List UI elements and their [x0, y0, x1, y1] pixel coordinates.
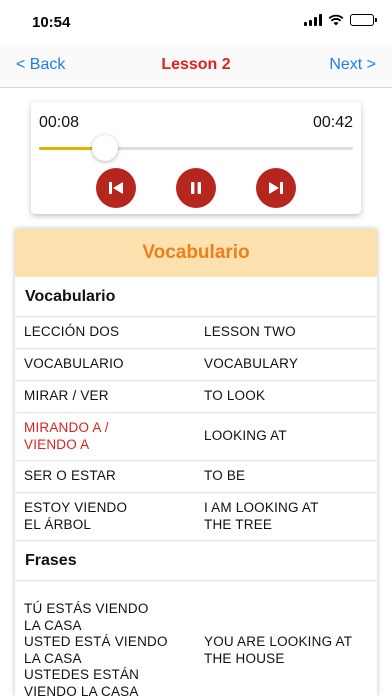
- spanish-term: MIRAR / VER: [24, 388, 109, 404]
- english-term: LESSON TWO: [204, 324, 296, 340]
- cellular-signal-icon: [304, 14, 322, 26]
- english-phrase: YOU ARE LOOKING AT THE HOUSE: [204, 634, 353, 666]
- spanish-term: VOCABULARIO: [24, 356, 124, 372]
- total-time: 00:42: [312, 114, 353, 131]
- status-bar: 10:54: [0, 0, 392, 44]
- spanish-term: MIRANDO A / VIENDO A: [24, 420, 109, 452]
- next-track-button[interactable]: [256, 168, 296, 208]
- english-term: TO BE: [204, 468, 246, 484]
- english-term: VOCABULARY: [204, 356, 299, 372]
- next-button[interactable]: Next >: [329, 56, 376, 74]
- navigation-bar: < Back Lesson 2 Next >: [0, 44, 392, 88]
- vocab-row-highlighted[interactable]: MIRANDO A / VIENDO A LOOKING AT: [15, 413, 377, 461]
- spanish-term: LECCIÓN DOS: [24, 324, 120, 340]
- status-icons: [304, 14, 377, 26]
- progress-slider[interactable]: [39, 135, 353, 161]
- vocab-row[interactable]: SER O ESTAR TO BE: [15, 461, 377, 493]
- status-time: 10:54: [32, 14, 71, 31]
- wifi-icon: [328, 14, 344, 26]
- vocabulary-panel: Vocabulario Vocabulario LECCIÓN DOS LESS…: [15, 229, 377, 696]
- vocab-row[interactable]: VOCABULARIO VOCABULARY: [15, 349, 377, 381]
- panel-header: Vocabulario: [15, 229, 377, 277]
- section-heading-frases: Frases: [15, 541, 377, 581]
- slider-thumb[interactable]: [91, 135, 118, 161]
- current-time: 00:08: [39, 114, 80, 131]
- previous-icon: [109, 182, 123, 194]
- battery-icon: [350, 14, 377, 26]
- vocab-row[interactable]: MIRAR / VER TO LOOK: [15, 381, 377, 413]
- english-term: LOOKING AT: [204, 428, 287, 444]
- audio-player: 00:08 00:42: [31, 102, 361, 214]
- pause-icon: [191, 182, 201, 194]
- vocab-row[interactable]: ESTOY VIENDO EL ÁRBOL I AM LOOKING AT TH…: [15, 493, 377, 541]
- back-button[interactable]: < Back: [16, 56, 65, 74]
- spanish-term: ESTOY VIENDO EL ÁRBOL: [24, 500, 128, 532]
- pause-button[interactable]: [176, 168, 216, 208]
- vocab-row[interactable]: LECCIÓN DOS LESSON TWO: [15, 317, 377, 349]
- phrase-row[interactable]: TÚ ESTÁS VIENDO LA CASA USTED ESTÁ VIEND…: [15, 581, 377, 696]
- spanish-term: SER O ESTAR: [24, 468, 116, 484]
- next-icon: [269, 182, 283, 194]
- spanish-phrase: TÚ ESTÁS VIENDO LA CASA USTED ESTÁ VIEND…: [24, 601, 168, 696]
- english-term: TO LOOK: [204, 388, 266, 404]
- english-term: I AM LOOKING AT THE TREE: [204, 500, 319, 532]
- previous-button[interactable]: [96, 168, 136, 208]
- section-heading-vocabulario: Vocabulario: [15, 277, 377, 317]
